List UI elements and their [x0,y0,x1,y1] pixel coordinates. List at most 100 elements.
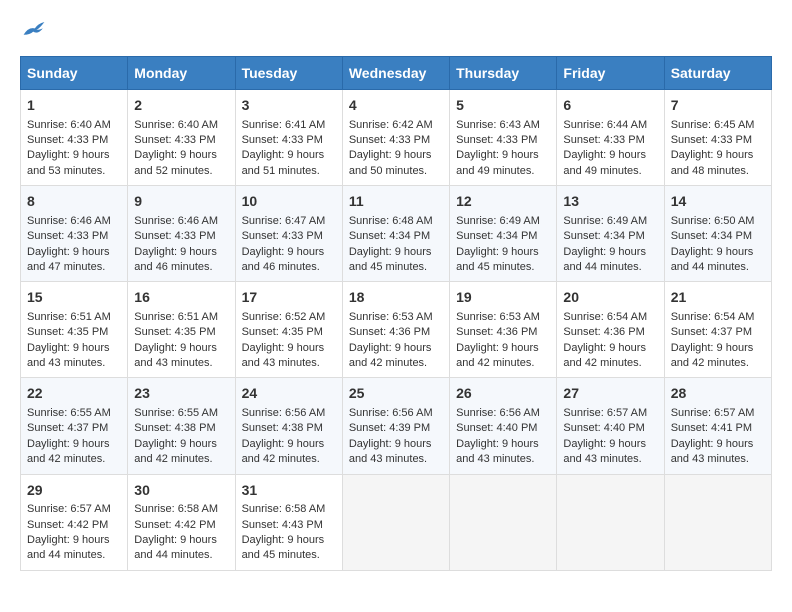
daylight-label: Daylight: 9 hours and 51 minutes. [242,149,325,176]
calendar-cell: 21 Sunrise: 6:54 AM Sunset: 4:37 PM Dayl… [664,282,771,378]
sunrise-label: Sunrise: 6:55 AM [134,407,218,419]
sunset-label: Sunset: 4:40 PM [456,422,537,434]
calendar-cell [450,474,557,570]
sunrise-label: Sunrise: 6:46 AM [134,215,218,227]
calendar-cell: 1 Sunrise: 6:40 AM Sunset: 4:33 PM Dayli… [21,90,128,186]
calendar-header-row: SundayMondayTuesdayWednesdayThursdayFrid… [21,57,772,90]
daylight-label: Daylight: 9 hours and 44 minutes. [134,534,217,561]
sunset-label: Sunset: 4:36 PM [349,326,430,338]
calendar-cell: 11 Sunrise: 6:48 AM Sunset: 4:34 PM Dayl… [342,186,449,282]
calendar-cell: 31 Sunrise: 6:58 AM Sunset: 4:43 PM Dayl… [235,474,342,570]
daylight-label: Daylight: 9 hours and 45 minutes. [456,246,539,273]
sunrise-label: Sunrise: 6:40 AM [134,119,218,131]
day-number: 16 [134,288,228,308]
sunset-label: Sunset: 4:35 PM [27,326,108,338]
day-number: 15 [27,288,121,308]
daylight-label: Daylight: 9 hours and 42 minutes. [134,438,217,465]
day-number: 2 [134,96,228,116]
day-number: 26 [456,384,550,404]
column-header-sunday: Sunday [21,57,128,90]
sunrise-label: Sunrise: 6:58 AM [134,503,218,515]
daylight-label: Daylight: 9 hours and 42 minutes. [671,342,754,369]
calendar-cell: 19 Sunrise: 6:53 AM Sunset: 4:36 PM Dayl… [450,282,557,378]
calendar-cell: 4 Sunrise: 6:42 AM Sunset: 4:33 PM Dayli… [342,90,449,186]
calendar-week-2: 8 Sunrise: 6:46 AM Sunset: 4:33 PM Dayli… [21,186,772,282]
day-number: 5 [456,96,550,116]
day-number: 12 [456,192,550,212]
day-number: 27 [563,384,657,404]
calendar-week-4: 22 Sunrise: 6:55 AM Sunset: 4:37 PM Dayl… [21,378,772,474]
sunrise-label: Sunrise: 6:56 AM [242,407,326,419]
sunset-label: Sunset: 4:33 PM [242,230,323,242]
calendar-cell [557,474,664,570]
sunset-label: Sunset: 4:33 PM [27,134,108,146]
column-header-tuesday: Tuesday [235,57,342,90]
sunrise-label: Sunrise: 6:51 AM [134,311,218,323]
sunrise-label: Sunrise: 6:44 AM [563,119,647,131]
sunset-label: Sunset: 4:33 PM [671,134,752,146]
sunrise-label: Sunrise: 6:56 AM [349,407,433,419]
daylight-label: Daylight: 9 hours and 44 minutes. [671,246,754,273]
sunset-label: Sunset: 4:35 PM [134,326,215,338]
day-number: 19 [456,288,550,308]
daylight-label: Daylight: 9 hours and 43 minutes. [349,438,432,465]
sunset-label: Sunset: 4:36 PM [563,326,644,338]
day-number: 4 [349,96,443,116]
logo-bird-icon [22,20,46,40]
daylight-label: Daylight: 9 hours and 46 minutes. [242,246,325,273]
day-number: 29 [27,481,121,501]
daylight-label: Daylight: 9 hours and 42 minutes. [349,342,432,369]
calendar-cell: 26 Sunrise: 6:56 AM Sunset: 4:40 PM Dayl… [450,378,557,474]
calendar-week-3: 15 Sunrise: 6:51 AM Sunset: 4:35 PM Dayl… [21,282,772,378]
sunrise-label: Sunrise: 6:55 AM [27,407,111,419]
sunrise-label: Sunrise: 6:58 AM [242,503,326,515]
sunrise-label: Sunrise: 6:48 AM [349,215,433,227]
sunset-label: Sunset: 4:40 PM [563,422,644,434]
column-header-friday: Friday [557,57,664,90]
daylight-label: Daylight: 9 hours and 52 minutes. [134,149,217,176]
daylight-label: Daylight: 9 hours and 48 minutes. [671,149,754,176]
daylight-label: Daylight: 9 hours and 44 minutes. [563,246,646,273]
column-header-thursday: Thursday [450,57,557,90]
sunset-label: Sunset: 4:33 PM [242,134,323,146]
sunset-label: Sunset: 4:33 PM [134,230,215,242]
calendar-cell [342,474,449,570]
logo [20,20,46,40]
sunset-label: Sunset: 4:37 PM [27,422,108,434]
daylight-label: Daylight: 9 hours and 42 minutes. [242,438,325,465]
day-number: 22 [27,384,121,404]
sunset-label: Sunset: 4:39 PM [349,422,430,434]
calendar-cell: 10 Sunrise: 6:47 AM Sunset: 4:33 PM Dayl… [235,186,342,282]
calendar-cell: 22 Sunrise: 6:55 AM Sunset: 4:37 PM Dayl… [21,378,128,474]
sunset-label: Sunset: 4:33 PM [563,134,644,146]
calendar-cell: 5 Sunrise: 6:43 AM Sunset: 4:33 PM Dayli… [450,90,557,186]
sunset-label: Sunset: 4:37 PM [671,326,752,338]
sunset-label: Sunset: 4:34 PM [456,230,537,242]
day-number: 9 [134,192,228,212]
daylight-label: Daylight: 9 hours and 42 minutes. [27,438,110,465]
calendar-cell: 3 Sunrise: 6:41 AM Sunset: 4:33 PM Dayli… [235,90,342,186]
calendar-cell: 28 Sunrise: 6:57 AM Sunset: 4:41 PM Dayl… [664,378,771,474]
sunset-label: Sunset: 4:42 PM [134,519,215,531]
sunrise-label: Sunrise: 6:50 AM [671,215,755,227]
calendar-body: 1 Sunrise: 6:40 AM Sunset: 4:33 PM Dayli… [21,90,772,571]
sunrise-label: Sunrise: 6:51 AM [27,311,111,323]
page-header [20,20,772,40]
sunset-label: Sunset: 4:38 PM [134,422,215,434]
sunset-label: Sunset: 4:33 PM [134,134,215,146]
sunrise-label: Sunrise: 6:45 AM [671,119,755,131]
calendar-cell: 14 Sunrise: 6:50 AM Sunset: 4:34 PM Dayl… [664,186,771,282]
day-number: 23 [134,384,228,404]
sunset-label: Sunset: 4:34 PM [349,230,430,242]
sunrise-label: Sunrise: 6:53 AM [456,311,540,323]
day-number: 8 [27,192,121,212]
daylight-label: Daylight: 9 hours and 49 minutes. [563,149,646,176]
calendar-table: SundayMondayTuesdayWednesdayThursdayFrid… [20,56,772,571]
calendar-cell: 12 Sunrise: 6:49 AM Sunset: 4:34 PM Dayl… [450,186,557,282]
daylight-label: Daylight: 9 hours and 53 minutes. [27,149,110,176]
sunset-label: Sunset: 4:34 PM [563,230,644,242]
sunset-label: Sunset: 4:34 PM [671,230,752,242]
column-header-monday: Monday [128,57,235,90]
sunrise-label: Sunrise: 6:43 AM [456,119,540,131]
sunrise-label: Sunrise: 6:57 AM [563,407,647,419]
